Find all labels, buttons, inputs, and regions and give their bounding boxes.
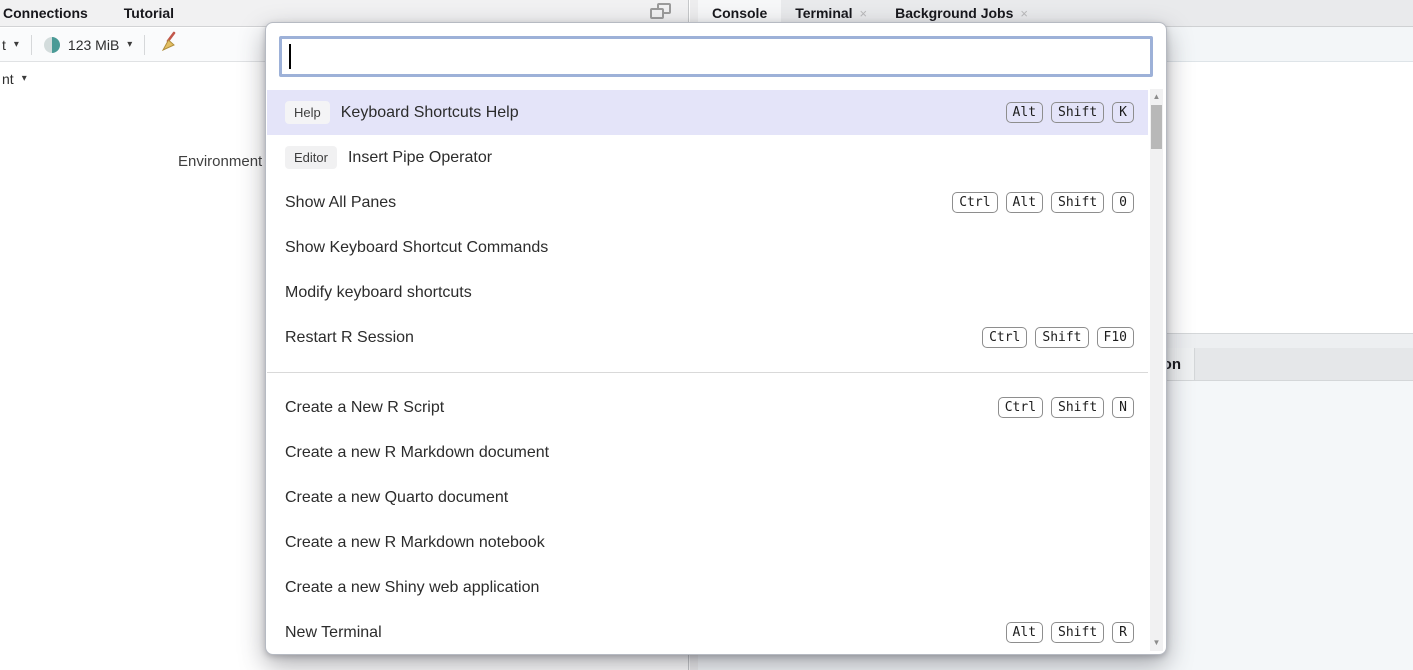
- close-icon[interactable]: ×: [1020, 6, 1028, 21]
- palette-scrollbar[interactable]: ▲ ▼: [1150, 89, 1163, 651]
- palette-item-label: Modify keyboard shortcuts: [285, 284, 472, 302]
- palette-item[interactable]: Restart R Session Ctrl Shift F10: [267, 315, 1148, 360]
- palette-item-label: New Terminal: [285, 624, 382, 642]
- chevron-down-icon[interactable]: ▾: [22, 73, 27, 84]
- keycap: N: [1112, 397, 1134, 418]
- close-icon[interactable]: ×: [860, 6, 868, 21]
- palette-item-shortcut: Ctrl Shift N: [998, 397, 1134, 418]
- global-environment-dropdown-partial[interactable]: nt: [2, 71, 14, 87]
- palette-item-shortcut: Alt Shift K: [1006, 102, 1134, 123]
- keycap: Ctrl: [998, 397, 1043, 418]
- keycap: Shift: [1051, 192, 1104, 213]
- restore-panes-icon[interactable]: [650, 3, 674, 24]
- text-caret: [289, 44, 291, 69]
- palette-item-label: Create a New R Script: [285, 399, 444, 417]
- tab-connections[interactable]: Connections: [0, 0, 106, 26]
- palette-item-label: Create a new Quarto document: [285, 489, 508, 507]
- palette-item-label: Restart R Session: [285, 329, 414, 347]
- palette-item-badge: Help: [285, 101, 330, 124]
- memory-usage-label[interactable]: 123 MiB: [68, 37, 119, 53]
- palette-item[interactable]: Create a new Shiny web application: [267, 565, 1148, 610]
- command-palette: Help Keyboard Shortcuts Help Alt Shift K E…: [265, 22, 1167, 655]
- palette-item-label: Create a new R Markdown document: [285, 444, 549, 462]
- import-dataset-button-partial[interactable]: t: [2, 37, 6, 53]
- palette-item-label: Create a new Shiny web application: [285, 579, 539, 597]
- scroll-up-icon[interactable]: ▲: [1150, 92, 1163, 102]
- tab-tutorial[interactable]: Tutorial: [106, 0, 192, 26]
- palette-item[interactable]: Create a new R Markdown document: [267, 430, 1148, 475]
- keycap: F10: [1097, 327, 1134, 348]
- environment-empty-message: Environment is: [178, 153, 277, 170]
- chevron-down-icon[interactable]: ▾: [127, 39, 132, 50]
- palette-item[interactable]: Modify keyboard shortcuts: [267, 270, 1148, 315]
- keycap: 0: [1112, 192, 1134, 213]
- palette-item-label: Create a new R Markdown notebook: [285, 534, 545, 552]
- palette-item-shortcut: Alt Shift R: [1006, 622, 1134, 643]
- palette-item[interactable]: Create a New R Script Ctrl Shift N: [267, 385, 1148, 430]
- palette-item-shortcut: Ctrl Alt Shift 0: [952, 192, 1134, 213]
- keycap: R: [1112, 622, 1134, 643]
- keycap: Alt: [1006, 192, 1043, 213]
- palette-item-badge: Editor: [285, 146, 337, 169]
- palette-item-label: Show All Panes: [285, 194, 396, 212]
- palette-item[interactable]: Help Keyboard Shortcuts Help Alt Shift K: [267, 90, 1148, 135]
- tab-terminal-label: Terminal: [795, 5, 852, 21]
- palette-item[interactable]: Create a new R Markdown notebook: [267, 520, 1148, 565]
- clear-objects-broom-icon[interactable]: [159, 31, 181, 58]
- palette-item[interactable]: New Terminal Alt Shift R: [267, 610, 1148, 653]
- palette-search-input[interactable]: [279, 36, 1153, 77]
- keycap: Alt: [1006, 622, 1043, 643]
- keycap: Shift: [1051, 397, 1104, 418]
- memory-usage-icon: [44, 37, 60, 53]
- palette-item-label: Insert Pipe Operator: [348, 149, 492, 167]
- scroll-down-icon[interactable]: ▼: [1150, 638, 1163, 648]
- toolbar-divider: [31, 35, 32, 55]
- palette-item[interactable]: Create a new Quarto document: [267, 475, 1148, 520]
- palette-item[interactable]: Editor Insert Pipe Operator: [267, 135, 1148, 180]
- tab-background-jobs-label: Background Jobs: [895, 5, 1013, 21]
- chevron-down-icon: ▾: [14, 39, 19, 50]
- keycap: Shift: [1051, 622, 1104, 643]
- keycap: Ctrl: [982, 327, 1027, 348]
- palette-item[interactable]: Show All Panes Ctrl Alt Shift 0: [267, 180, 1148, 225]
- toolbar-divider: [144, 35, 145, 55]
- keycap: Shift: [1035, 327, 1088, 348]
- tab-console-label: Console: [712, 5, 767, 21]
- palette-item-label: Show Keyboard Shortcut Commands: [285, 239, 548, 257]
- palette-item[interactable]: Show Keyboard Shortcut Commands: [267, 225, 1148, 270]
- keycap: Shift: [1051, 102, 1104, 123]
- scrollbar-thumb[interactable]: [1151, 105, 1162, 149]
- palette-separator: [267, 372, 1148, 373]
- keycap: Ctrl: [952, 192, 997, 213]
- palette-item-shortcut: Ctrl Shift F10: [982, 327, 1134, 348]
- keycap: K: [1112, 102, 1134, 123]
- keycap: Alt: [1006, 102, 1043, 123]
- palette-item-label: Keyboard Shortcuts Help: [341, 104, 519, 122]
- palette-results-list: Help Keyboard Shortcuts Help Alt Shift K E…: [267, 90, 1148, 653]
